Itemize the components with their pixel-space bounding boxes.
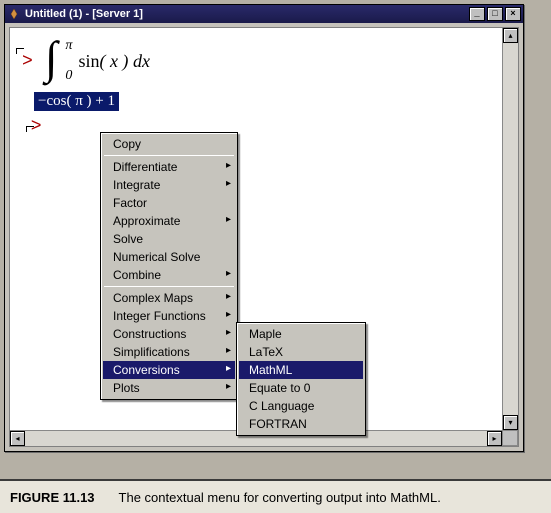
group-bracket-icon — [16, 48, 24, 54]
menu-differentiate[interactable]: Differentiate — [103, 158, 235, 176]
menu-solve[interactable]: Solve — [103, 230, 235, 248]
menu-separator — [104, 155, 234, 156]
scroll-down-button[interactable]: ▾ — [503, 415, 518, 430]
upper-bound: π — [65, 38, 72, 54]
menu-factor[interactable]: Factor — [103, 194, 235, 212]
vertical-scrollbar[interactable]: ▴ ▾ — [502, 28, 518, 430]
menu-conversions[interactable]: Conversions — [103, 361, 235, 379]
scroll-left-button[interactable]: ◂ — [10, 431, 25, 446]
window-controls: _ □ × — [469, 7, 521, 21]
menu-integrate[interactable]: Integrate — [103, 176, 235, 194]
worksheet[interactable]: > ∫ π 0 sin( x ) dx −cos( π ) + 1 — [10, 28, 518, 147]
integral-expression[interactable]: ∫ π 0 sin( x ) dx — [43, 38, 150, 84]
menu-simplifications[interactable]: Simplifications — [103, 343, 235, 361]
context-menu: Copy Differentiate Integrate Factor Appr… — [100, 132, 238, 400]
conversions-submenu: Maple LaTeX MathML Equate to 0 C Languag… — [236, 322, 366, 436]
figure-caption: FIGURE 11.13 The contextual menu for con… — [0, 479, 551, 513]
maximize-button[interactable]: □ — [487, 7, 503, 21]
submenu-c-language[interactable]: C Language — [239, 397, 363, 415]
app-icon — [7, 7, 21, 21]
menu-approximate[interactable]: Approximate — [103, 212, 235, 230]
integral-sign-icon: ∫ — [43, 38, 60, 84]
menu-numerical-solve[interactable]: Numerical Solve — [103, 248, 235, 266]
integral-bounds: π 0 — [65, 38, 72, 84]
menu-combine[interactable]: Combine — [103, 266, 235, 284]
menu-constructions[interactable]: Constructions — [103, 325, 235, 343]
integrand: sin( x ) dx — [78, 51, 150, 72]
submenu-latex[interactable]: LaTeX — [239, 343, 363, 361]
scroll-up-button[interactable]: ▴ — [503, 28, 518, 43]
menu-integer-functions[interactable]: Integer Functions — [103, 307, 235, 325]
figure-label: FIGURE 11.13 — [10, 490, 95, 505]
submenu-mathml[interactable]: MathML — [239, 361, 363, 379]
next-input-row[interactable]: > — [26, 117, 506, 137]
menu-plots[interactable]: Plots — [103, 379, 235, 397]
lower-bound: 0 — [65, 68, 72, 84]
submenu-equate-to-0[interactable]: Equate to 0 — [239, 379, 363, 397]
selected-output[interactable]: −cos( π ) + 1 — [34, 92, 119, 111]
scroll-corner — [502, 430, 518, 446]
close-button[interactable]: × — [505, 7, 521, 21]
output-row: −cos( π ) + 1 — [34, 92, 506, 111]
figure-text: The contextual menu for converting outpu… — [119, 490, 441, 505]
minimize-button[interactable]: _ — [469, 7, 485, 21]
input-row: > ∫ π 0 sin( x ) dx — [22, 38, 506, 84]
menu-copy[interactable]: Copy — [103, 135, 235, 153]
submenu-fortran[interactable]: FORTRAN — [239, 415, 363, 433]
input-prompt: > — [22, 52, 33, 72]
menu-complex-maps[interactable]: Complex Maps — [103, 289, 235, 307]
menu-separator — [104, 286, 234, 287]
window-title: Untitled (1) - [Server 1] — [25, 8, 469, 20]
submenu-maple[interactable]: Maple — [239, 325, 363, 343]
input-prompt: > — [31, 117, 42, 137]
titlebar: Untitled (1) - [Server 1] _ □ × — [5, 5, 523, 23]
scroll-right-button[interactable]: ▸ — [487, 431, 502, 446]
